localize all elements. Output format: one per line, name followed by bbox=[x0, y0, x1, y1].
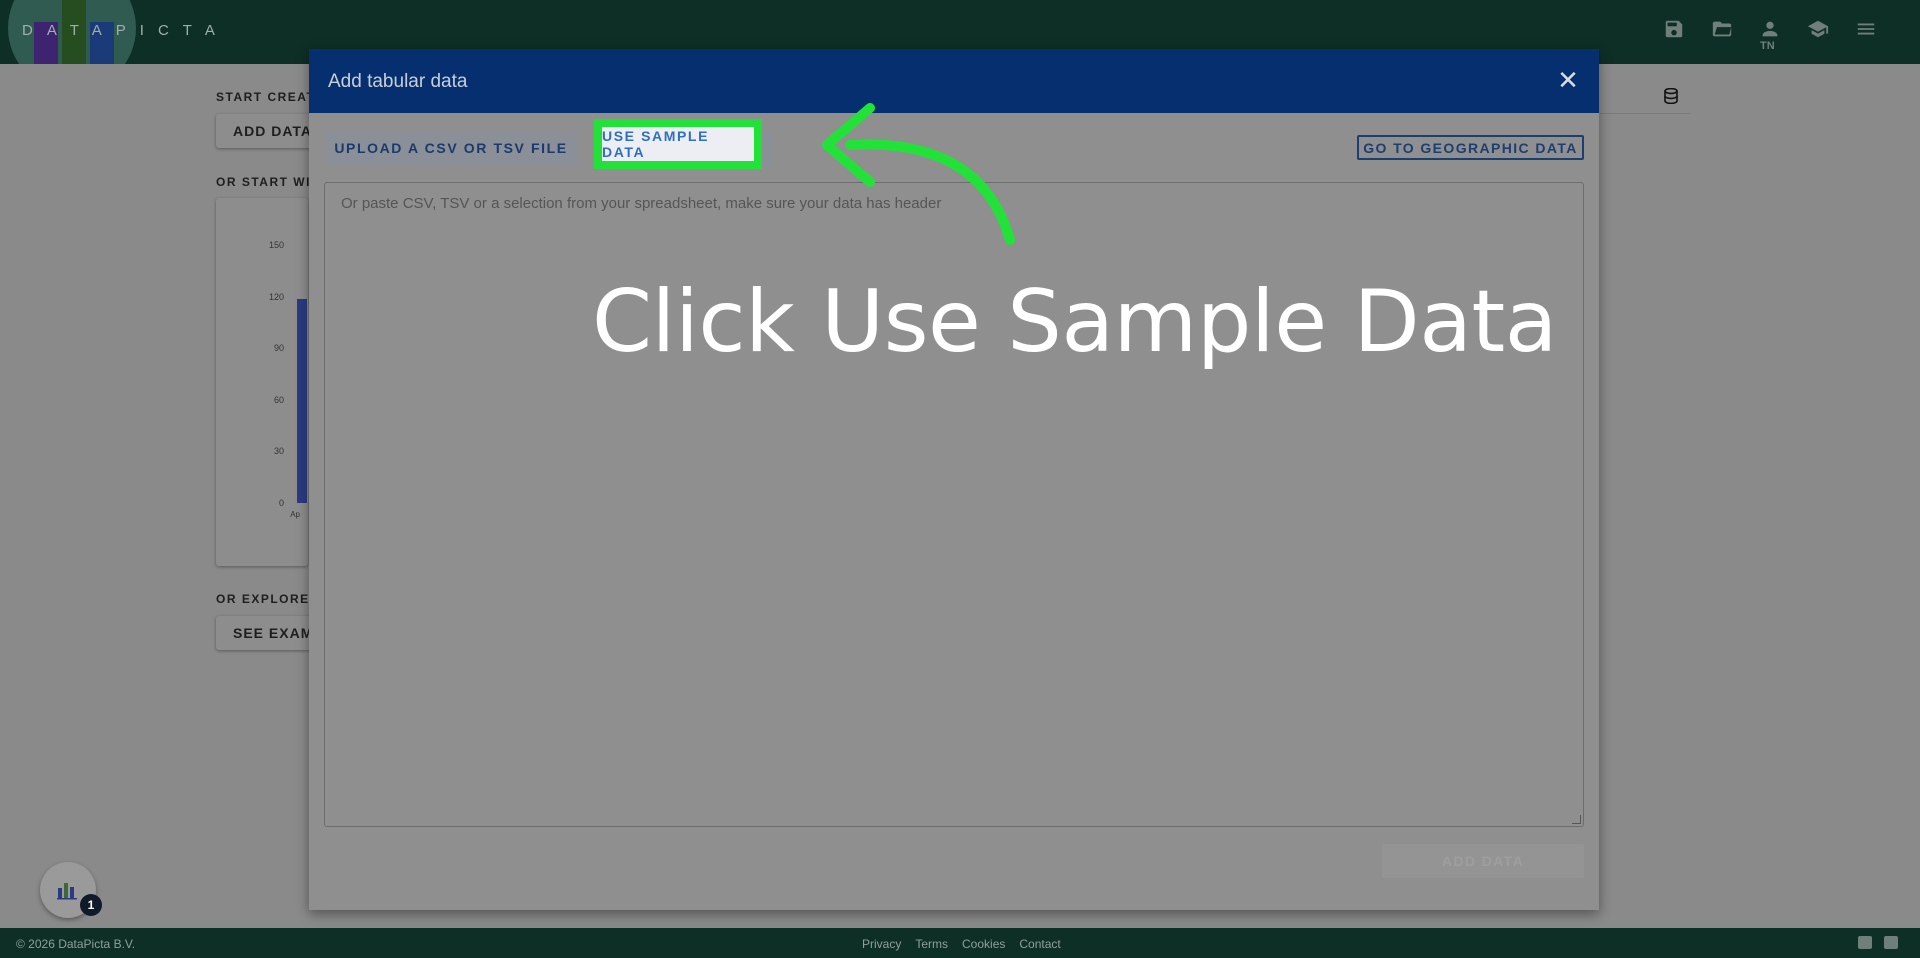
geographic-data-button[interactable]: GO TO GEOGRAPHIC DATA bbox=[1357, 135, 1584, 160]
upload-csv-button[interactable]: UPLOAD A CSV OR TSV FILE bbox=[325, 131, 577, 165]
school-icon[interactable] bbox=[1794, 18, 1842, 48]
y-tick-label: 90 bbox=[273, 343, 284, 353]
y-tick-label: 30 bbox=[273, 446, 284, 456]
explore-label: OR EXPLORE bbox=[216, 592, 310, 606]
database-icon[interactable] bbox=[1664, 87, 1678, 109]
use-sample-data-button[interactable]: USE SAMPLE DATA bbox=[594, 119, 762, 169]
folder-open-icon[interactable] bbox=[1698, 18, 1746, 48]
instruction-overlay: Click Use Sample Data bbox=[592, 272, 1557, 372]
add-data-page-button[interactable]: ADD DATA bbox=[216, 114, 316, 148]
footer: © 2026 DataPicta B.V. Privacy Terms Cook… bbox=[0, 928, 1920, 958]
save-icon[interactable] bbox=[1650, 18, 1698, 48]
terms-link[interactable]: Terms bbox=[915, 937, 948, 951]
y-tick-label: 60 bbox=[273, 395, 284, 405]
linkedin-icon[interactable] bbox=[1884, 936, 1898, 949]
y-tick-label: 150 bbox=[268, 240, 284, 250]
logo-text: DATAPICTA bbox=[22, 22, 229, 39]
divider bbox=[1600, 113, 1690, 114]
bar-chart-icon bbox=[57, 883, 77, 900]
add-data-button[interactable]: ADD DATA bbox=[1382, 844, 1584, 878]
resize-handle-icon[interactable] bbox=[1572, 815, 1581, 824]
close-icon[interactable]: ✕ bbox=[1555, 67, 1581, 93]
y-tick-label: 0 bbox=[278, 498, 284, 508]
see-examples-button[interactable]: SEE EXAM bbox=[216, 616, 316, 650]
sample-button-edge bbox=[762, 131, 772, 165]
footer-links: Privacy Terms Cookies Contact bbox=[862, 937, 1061, 951]
privacy-link[interactable]: Privacy bbox=[862, 937, 901, 951]
dialog-title: Add tabular data bbox=[328, 71, 468, 92]
y-tick-label: 120 bbox=[268, 292, 284, 302]
copyright-text: © 2026 DataPicta B.V. bbox=[16, 937, 136, 951]
x-tick-label: Ap bbox=[290, 510, 300, 519]
top-toolbar: TN bbox=[1650, 18, 1890, 52]
account-icon[interactable]: TN bbox=[1746, 18, 1794, 52]
menu-icon[interactable] bbox=[1842, 18, 1890, 48]
example-chart-bar bbox=[297, 299, 307, 503]
cookies-link[interactable]: Cookies bbox=[962, 937, 1005, 951]
social-links bbox=[1858, 936, 1898, 949]
start-with-label: OR START WI bbox=[216, 175, 311, 189]
notification-badge: 1 bbox=[80, 894, 102, 916]
youtube-icon[interactable] bbox=[1858, 936, 1872, 949]
contact-link[interactable]: Contact bbox=[1019, 937, 1060, 951]
curved-arrow-icon bbox=[822, 103, 1015, 245]
start-creating-label: START CREAT bbox=[216, 90, 316, 104]
user-initials: TN bbox=[1760, 40, 1775, 52]
